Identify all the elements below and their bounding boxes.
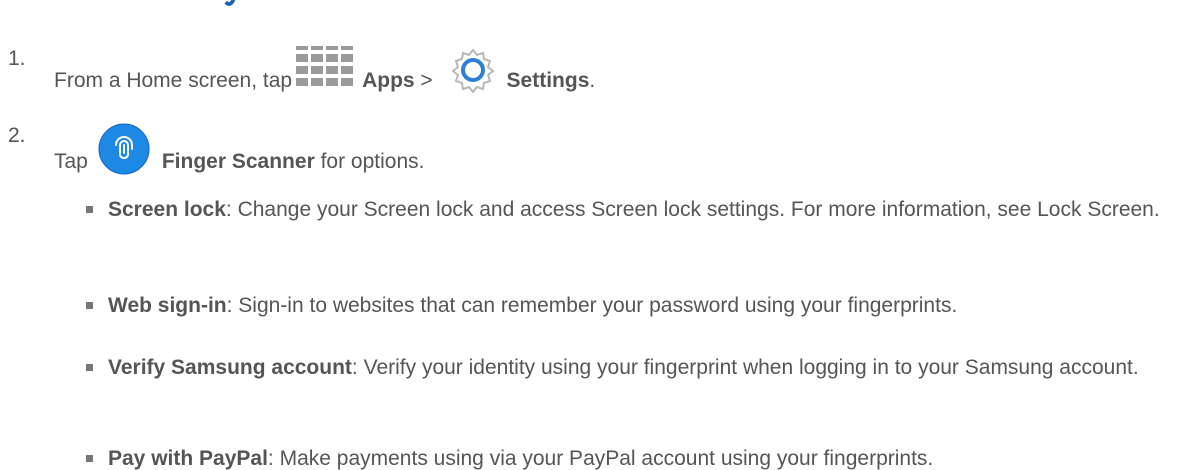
step-suffix: . (589, 69, 596, 92)
option-title: Verify Samsung account (108, 356, 352, 379)
step-number: 2. (8, 124, 26, 147)
settings-gear-icon (449, 46, 497, 94)
option-desc: : Make payments using via your PayPal ac… (267, 447, 934, 470)
fingerprint-icon (98, 123, 150, 175)
option-desc: : Verify your identity using your finger… (351, 356, 1139, 379)
step-suffix: for options. (314, 150, 425, 173)
finger-scanner-label: Finger Scanner (161, 150, 315, 173)
apps-label: Apps (362, 69, 415, 92)
apps-grid-icon (294, 44, 356, 94)
bullet-marker (86, 206, 93, 213)
option-text: Pay with PayPal: Make payments using via… (108, 445, 1191, 470)
option-text: Web sign-in: Sign-in to websites that ca… (108, 292, 1191, 320)
step-text: From a Home screen, tap Apps > Settings … (54, 44, 596, 94)
option-desc: : Change your Screen lock and access Scr… (225, 198, 1160, 221)
bullet-marker (86, 455, 93, 462)
step-number: 1. (8, 47, 26, 70)
option-title: Web sign-in (108, 294, 227, 317)
separator: > (414, 69, 439, 92)
option-desc: : Sign-in to websites that can remember … (226, 294, 958, 317)
option-title: Pay with PayPal (108, 447, 268, 470)
bullet-marker (86, 364, 93, 371)
option-title: Screen lock (108, 198, 226, 221)
bullet-marker (86, 302, 93, 309)
settings-label: Settings (506, 69, 590, 92)
option-text: Screen lock: Change your Screen lock and… (108, 196, 1191, 224)
option-text: Verify Samsung account: Verify your iden… (108, 354, 1191, 382)
heading-fragment (222, 0, 238, 6)
step-prefix: Tap (54, 150, 88, 173)
step-text: Tap Finger Scanner for options. (54, 123, 424, 175)
step-prefix: From a Home screen, tap (54, 69, 293, 92)
